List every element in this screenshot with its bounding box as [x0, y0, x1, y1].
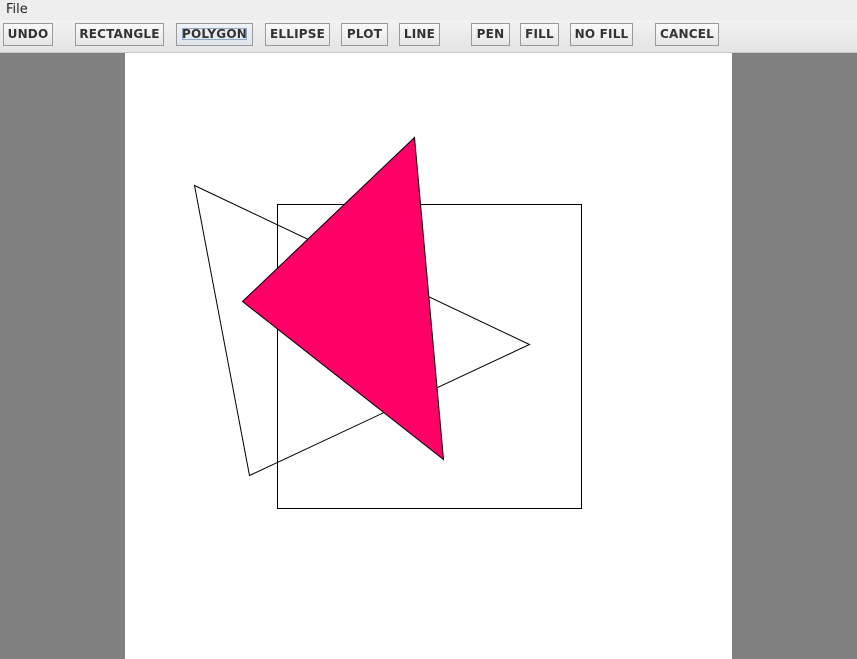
fill-color-label: FILL — [525, 27, 554, 41]
cancel-button-label: CANCEL — [660, 27, 714, 41]
undo-button[interactable]: UNDO — [3, 23, 53, 46]
ellipse-tool-label: ELLIPSE — [270, 27, 325, 41]
pen-color-label: PEN — [476, 27, 505, 41]
menu-bar: File — [0, 0, 857, 20]
pen-color-button[interactable]: PEN — [471, 23, 510, 46]
plot-tool-label: PLOT — [346, 27, 383, 41]
undo-button-label: UNDO — [7, 27, 49, 41]
no-fill-button[interactable]: NO FILL — [570, 23, 633, 46]
no-fill-label: NO FILL — [574, 27, 629, 41]
fill-color-button[interactable]: FILL — [520, 23, 559, 46]
toolbar: UNDO RECTANGLE POLYGON ELLIPSE PLOT LINE… — [0, 20, 857, 53]
file-menu[interactable]: File — [6, 2, 28, 18]
plot-tool-button[interactable]: PLOT — [341, 23, 388, 46]
canvas-svg[interactable] — [125, 53, 732, 659]
line-tool-button[interactable]: LINE — [399, 23, 440, 46]
rectangle-tool-label: RECTANGLE — [79, 27, 160, 41]
cancel-button[interactable]: CANCEL — [655, 23, 719, 46]
filled-triangle-shape[interactable] — [241, 136, 445, 461]
polygon-tool-label: POLYGON — [182, 27, 247, 41]
ellipse-tool-button[interactable]: ELLIPSE — [265, 23, 330, 46]
polygon-tool-button[interactable]: POLYGON — [176, 23, 253, 46]
drawing-canvas[interactable] — [125, 53, 732, 659]
rectangle-tool-button[interactable]: RECTANGLE — [75, 23, 164, 46]
line-tool-label: LINE — [403, 27, 436, 41]
